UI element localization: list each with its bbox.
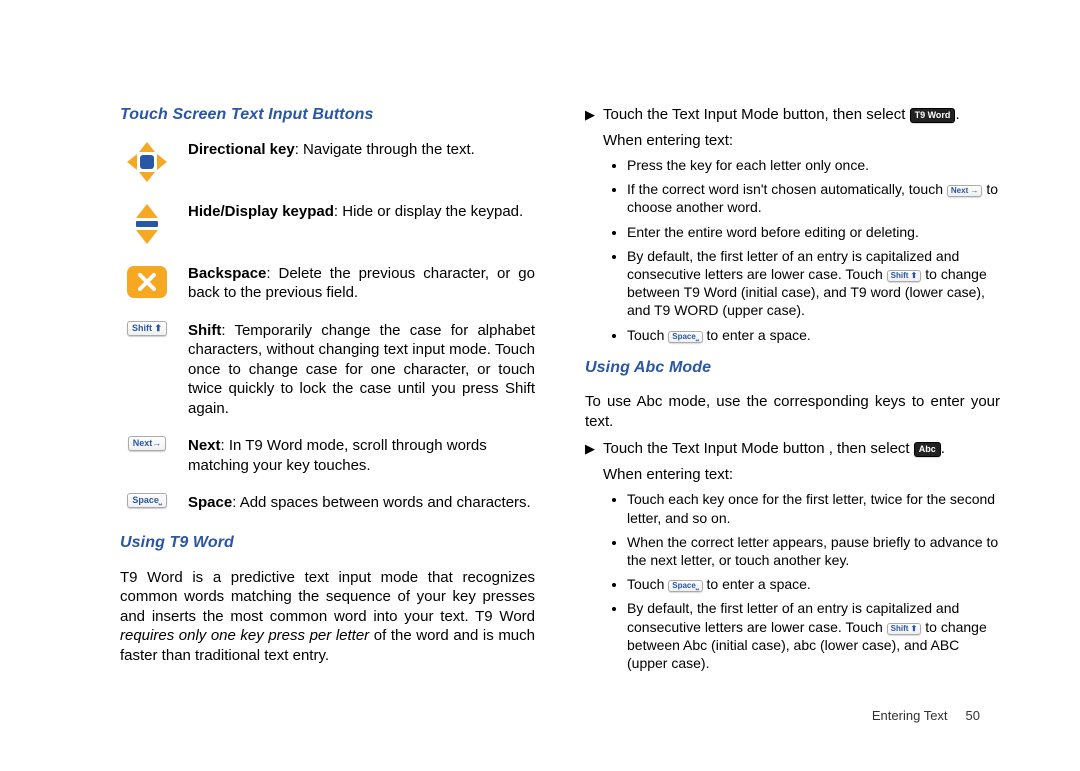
hide-keypad-desc: : Hide or display the keypad. xyxy=(334,203,523,220)
space-inline-key-1: Space⎵ xyxy=(668,331,702,343)
abc-bullet-2: When the correct letter appears, pause b… xyxy=(627,533,1000,569)
t9-bullet-1: Press the key for each letter only once. xyxy=(627,156,1000,174)
abc-bullet-3: Touch Space⎵ to enter a space. xyxy=(627,575,1000,593)
row-backspace: Backspace: Delete the previous character… xyxy=(120,264,535,303)
abc-key-button: Abc xyxy=(914,442,941,457)
abc-bullet-1: Touch each key once for the first letter… xyxy=(627,490,1000,526)
next-key-button: Next→ xyxy=(128,436,167,451)
t9-para-pre: T9 Word is a predictive text input mode … xyxy=(120,569,535,625)
directional-key-text: Directional key: Navigate through the te… xyxy=(188,140,535,160)
shift-key-icon: Shift ⬆ xyxy=(120,321,174,336)
heading-touch-buttons: Touch Screen Text Input Buttons xyxy=(120,105,535,126)
space-key-icon: Space⎵ xyxy=(120,493,174,508)
abc-step-1: ▶ Touch the Text Input Mode button , the… xyxy=(585,439,1000,484)
row-space: Space⎵ Space: Add spaces between words a… xyxy=(120,493,535,513)
t9-step-body: Touch the Text Input Mode button, then s… xyxy=(603,105,1000,150)
shift-label: Shift xyxy=(188,322,221,339)
next-text: Next: In T9 Word mode, scroll through wo… xyxy=(188,436,535,475)
t9-step-post: . xyxy=(955,106,959,123)
t9-b5-pre: Touch xyxy=(627,327,668,343)
t9-bullet-5: Touch Space⎵ to enter a space. xyxy=(627,326,1000,344)
abc-step-body: Touch the Text Input Mode button , then … xyxy=(603,439,1000,484)
hide-keypad-icon xyxy=(120,202,174,246)
row-directional-key: Directional key: Navigate through the te… xyxy=(120,140,535,184)
directional-pad-icon xyxy=(120,140,174,184)
t9word-key-button: T9 Word xyxy=(910,108,956,123)
abc-bullet-list: Touch each key once for the first letter… xyxy=(603,490,1000,672)
heading-abc-mode: Using Abc Mode xyxy=(585,358,1000,379)
space-desc: : Add spaces between words and character… xyxy=(232,494,531,511)
t9-b5-post: to enter a space. xyxy=(707,327,811,343)
shift-inline-key-2: Shift ⬆ xyxy=(887,623,922,635)
backspace-label: Backspace xyxy=(188,265,266,282)
t9-step-pre: Touch the Text Input Mode button, then s… xyxy=(603,106,910,123)
abc-step-post: . xyxy=(941,440,945,457)
t9-bullet-list: Press the key for each letter only once.… xyxy=(603,156,1000,344)
directional-key-desc: : Navigate through the text. xyxy=(295,141,475,158)
row-hide-keypad: Hide/Display keypad: Hide or display the… xyxy=(120,202,535,246)
next-desc: : In T9 Word mode, scroll through words … xyxy=(188,437,487,474)
t9-bullet-3: Enter the entire word before editing or … xyxy=(627,223,1000,241)
row-next: Next→ Next: In T9 Word mode, scroll thro… xyxy=(120,436,535,475)
step-marker-icon: ▶ xyxy=(585,107,595,124)
shift-desc: : Temporarily change the case for alphab… xyxy=(188,322,535,417)
hide-keypad-text: Hide/Display keypad: Hide or display the… xyxy=(188,202,535,222)
next-inline-key: Next → xyxy=(947,185,983,197)
when-entering-text-2: When entering text: xyxy=(603,466,733,483)
abc-b3-pre: Touch xyxy=(627,576,668,592)
next-key-icon: Next→ xyxy=(120,436,174,451)
t9-b2-pre: If the correct word isn't chosen automat… xyxy=(627,181,947,197)
space-text: Space: Add spaces between words and char… xyxy=(188,493,535,513)
row-shift: Shift ⬆ Shift: Temporarily change the ca… xyxy=(120,321,535,419)
abc-bullet-4: By default, the first letter of an entry… xyxy=(627,599,1000,672)
space-inline-key-2: Space⎵ xyxy=(668,580,702,592)
shift-key-button: Shift ⬆ xyxy=(127,321,167,336)
when-entering-text-1: When entering text: xyxy=(603,132,733,149)
t9-bullet-4: By default, the first letter of an entry… xyxy=(627,247,1000,320)
heading-t9-word: Using T9 Word xyxy=(120,533,535,554)
t9-para-emph: requires only one key press per letter xyxy=(120,627,369,644)
abc-intro-paragraph: To use Abc mode, use the corresponding k… xyxy=(585,392,1000,431)
left-column: Touch Screen Text Input Buttons Directio… xyxy=(120,105,535,731)
space-key-button: Space⎵ xyxy=(127,493,166,508)
footer-section: Entering Text xyxy=(872,708,948,723)
backspace-icon xyxy=(120,264,174,300)
backspace-text: Backspace: Delete the previous character… xyxy=(188,264,535,303)
footer-page-number: 50 xyxy=(966,708,980,723)
t9-bullet-2: If the correct word isn't chosen automat… xyxy=(627,180,1000,216)
shift-inline-key-1: Shift ⬆ xyxy=(887,270,922,282)
right-column: ▶ Touch the Text Input Mode button, then… xyxy=(585,105,1000,731)
t9-step-1: ▶ Touch the Text Input Mode button, then… xyxy=(585,105,1000,150)
directional-key-label: Directional key xyxy=(188,141,295,158)
step-marker-icon-2: ▶ xyxy=(585,441,595,458)
shift-text: Shift: Temporarily change the case for a… xyxy=(188,321,535,419)
manual-page: Touch Screen Text Input Buttons Directio… xyxy=(0,0,1080,771)
abc-b3-post: to enter a space. xyxy=(707,576,811,592)
hide-keypad-label: Hide/Display keypad xyxy=(188,203,334,220)
next-label: Next xyxy=(188,437,221,454)
space-label: Space xyxy=(188,494,232,511)
page-footer: Entering Text 50 xyxy=(872,708,980,723)
t9-word-paragraph: T9 Word is a predictive text input mode … xyxy=(120,568,535,666)
abc-step-pre: Touch the Text Input Mode button , then … xyxy=(603,440,914,457)
